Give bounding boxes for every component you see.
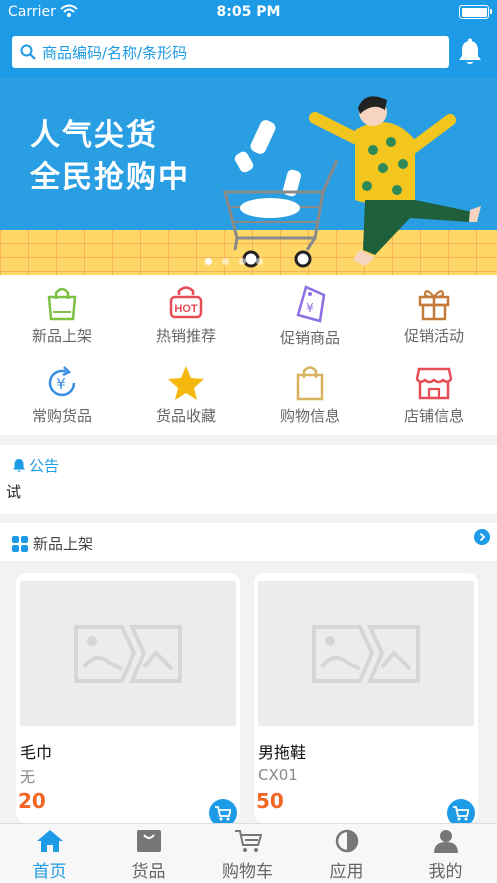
svg-text:¥: ¥ — [56, 375, 66, 393]
tab-label: 货品 — [131, 862, 166, 882]
search-placeholder: 商品编码/名称/条形码 — [42, 43, 188, 62]
user-icon — [433, 830, 458, 853]
promo-banner[interactable]: 人气尖货 全民抢购中 — [0, 78, 497, 275]
menu-item-label: 促销商品 — [279, 329, 340, 347]
product-list: 毛巾 无 20 男拖鞋 CX01 50 — [0, 561, 497, 827]
tab-label: 购物车 — [222, 862, 273, 882]
quick-menu: 新品上架 HOT 热销推荐 ¥ 促销商品 促销活动 ¥ 常购货品 货品收藏 购物… — [0, 275, 497, 435]
svg-text:¥: ¥ — [306, 301, 314, 315]
cart-icon — [215, 805, 231, 820]
menu-item-store-info[interactable]: 店铺信息 — [372, 355, 496, 435]
image-placeholder-icon — [20, 581, 236, 726]
menu-item-hot-sales[interactable]: HOT 热销推荐 — [124, 275, 248, 355]
yen-refresh-icon: ¥ — [48, 366, 76, 397]
menu-item-label: 购物信息 — [279, 407, 340, 425]
banner-dot[interactable] — [222, 258, 229, 265]
search-icon — [20, 44, 36, 60]
banner-subheadline: 全民抢购中 — [30, 160, 190, 195]
product-card[interactable]: 毛巾 无 20 — [16, 573, 240, 827]
bell-icon — [13, 459, 25, 472]
tab-home[interactable]: 首页 — [0, 824, 99, 883]
banner-dot[interactable] — [205, 258, 212, 265]
chevron-right-icon[interactable] — [474, 529, 490, 545]
shopping-bag-icon — [296, 366, 324, 401]
menu-item-label: 热销推荐 — [155, 327, 216, 345]
product-price: 20 — [18, 789, 46, 813]
menu-item-label: 店铺信息 — [403, 407, 464, 425]
status-bar: Carrier 8:05 PM — [0, 0, 497, 26]
product-code: CX01 — [258, 766, 298, 784]
menu-item-label: 常购货品 — [31, 407, 92, 425]
cart-icon — [234, 830, 262, 852]
home-icon — [36, 830, 63, 852]
product-code: 无 — [20, 768, 36, 786]
product-card[interactable]: 男拖鞋 CX01 50 — [254, 573, 478, 827]
menu-item-new-arrivals[interactable]: 新品上架 — [0, 275, 124, 355]
star-icon — [168, 366, 204, 400]
product-name: 男拖鞋 — [258, 743, 307, 762]
new-arrivals-header: 新品上架 — [0, 523, 497, 561]
price-tag-icon: ¥ — [296, 285, 326, 323]
product-name: 毛巾 — [20, 743, 53, 762]
battery-icon — [459, 5, 492, 19]
tab-label: 应用 — [329, 862, 364, 882]
header: 商品编码/名称/条形码 — [0, 26, 497, 78]
tab-label: 我的 — [428, 862, 463, 882]
tab-label: 首页 — [32, 862, 67, 882]
tab-bar: 首页 货品 购物车 应用 我的 — [0, 823, 497, 883]
menu-item-label: 新品上架 — [31, 327, 92, 345]
grid-icon — [12, 535, 28, 552]
shopping-bag-icon — [47, 287, 77, 321]
section-title: 新品上架 — [33, 535, 94, 553]
notice-header: 公告 — [12, 455, 59, 476]
notice-title: 公告 — [29, 457, 60, 475]
apps-icon — [335, 829, 358, 853]
tab-profile[interactable]: 我的 — [396, 824, 495, 883]
tab-cart[interactable]: 购物车 — [198, 824, 297, 883]
tab-apps[interactable]: 应用 — [297, 824, 396, 883]
search-input[interactable]: 商品编码/名称/条形码 — [12, 36, 449, 68]
banner-pagination[interactable] — [205, 258, 263, 265]
cart-icon — [453, 805, 469, 820]
banner-headline: 人气尖货 — [30, 118, 158, 153]
menu-item-label: 货品收藏 — [155, 407, 216, 425]
hot-tag-icon: HOT — [169, 286, 203, 319]
gift-icon — [418, 290, 450, 321]
product-price: 50 — [256, 789, 284, 813]
menu-item-shopping-info[interactable]: 购物信息 — [248, 355, 372, 435]
image-placeholder-icon — [258, 581, 474, 726]
bell-icon[interactable] — [457, 38, 483, 66]
menu-item-label: 促销活动 — [403, 327, 464, 345]
notice-panel[interactable]: 公告 试 — [0, 445, 497, 514]
svg-text:HOT: HOT — [174, 303, 198, 315]
menu-item-favorites[interactable]: 货品收藏 — [124, 355, 248, 435]
banner-dot[interactable] — [256, 258, 263, 265]
menu-item-promo-events[interactable]: 促销活动 — [372, 275, 496, 355]
menu-item-frequent-goods[interactable]: ¥ 常购货品 — [0, 355, 124, 435]
section-title-wrap: 新品上架 — [12, 533, 93, 554]
banner-dot[interactable] — [239, 258, 246, 265]
store-icon — [415, 367, 453, 400]
shopper-illustration — [223, 96, 481, 268]
tab-goods[interactable]: 货品 — [99, 824, 198, 883]
menu-item-promo-goods[interactable]: ¥ 促销商品 — [248, 275, 372, 355]
notice-text: 试 — [6, 483, 22, 501]
clock: 8:05 PM — [216, 4, 281, 20]
goods-icon — [136, 830, 161, 852]
